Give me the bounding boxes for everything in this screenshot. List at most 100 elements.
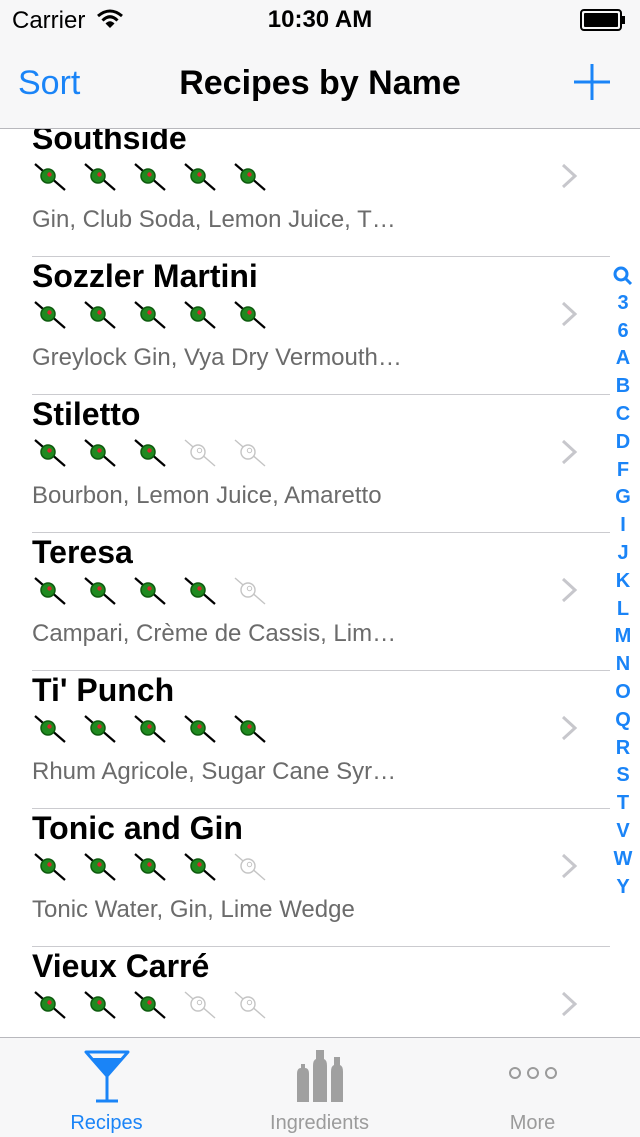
recipe-row[interactable]: Teresa Campari, Crème de Cassis, Lim… — [0, 534, 612, 671]
recipe-name: Stiletto — [32, 396, 141, 432]
index-letter[interactable]: O — [606, 679, 640, 707]
index-letter[interactable]: S — [606, 762, 640, 790]
index-letter[interactable]: J — [606, 540, 640, 568]
recipe-row[interactable]: Tonic and Gin Tonic Water, Gin, Lime Wedg… — [0, 810, 612, 947]
index-letter[interactable]: A — [606, 345, 640, 373]
section-index[interactable]: 36ABCDFGIJKLMNOQRSTVWY — [606, 262, 640, 901]
recipe-rating — [32, 576, 282, 606]
olive-empty-icon — [184, 439, 216, 467]
index-letter[interactable]: D — [606, 429, 640, 457]
olive-filled-icon — [134, 577, 166, 605]
status-bar: Carrier 10:30 AM — [0, 0, 640, 40]
index-letter[interactable]: 6 — [606, 318, 640, 346]
olive-filled-icon — [84, 715, 116, 743]
olive-filled-icon — [234, 715, 266, 743]
index-letter[interactable]: M — [606, 623, 640, 651]
olive-filled-icon — [84, 991, 116, 1019]
olive-empty-icon — [234, 577, 266, 605]
recipe-name: Vieux Carré — [32, 948, 210, 984]
olive-filled-icon — [134, 163, 166, 191]
navigation-bar: Sort Recipes by Name — [0, 40, 640, 129]
olive-filled-icon — [134, 853, 166, 881]
search-icon — [613, 266, 633, 285]
recipe-ingredients: Tonic Water, Gin, Lime Wedge — [32, 896, 355, 923]
olive-filled-icon — [134, 991, 166, 1019]
sort-button[interactable]: Sort — [18, 64, 80, 103]
olive-filled-icon — [34, 163, 66, 191]
recipe-list[interactable]: Southside Gin, Club Soda, Lemon Juice, T…… — [0, 129, 640, 1037]
tab-bar: Recipes Ingredients More — [0, 1037, 640, 1137]
recipe-ingredients: Campari, Crème de Cassis, Lim… — [32, 620, 397, 647]
page-title: Recipes by Name — [179, 64, 461, 102]
tab-more[interactable]: More — [426, 1038, 639, 1137]
tab-ingredients[interactable]: Ingredients — [213, 1038, 426, 1137]
index-letter[interactable]: G — [606, 484, 640, 512]
chevron-right-icon — [561, 439, 578, 465]
recipe-name: Tonic and Gin — [32, 810, 243, 846]
olive-filled-icon — [134, 439, 166, 467]
recipe-row[interactable]: Stiletto Bourbon, Lemon Juice, Amaretto — [0, 396, 612, 533]
olive-filled-icon — [84, 577, 116, 605]
olive-filled-icon — [34, 991, 66, 1019]
recipe-rating — [32, 714, 282, 744]
chevron-right-icon — [561, 163, 578, 189]
index-letter[interactable]: Y — [606, 874, 640, 902]
recipe-rating — [32, 852, 282, 882]
index-letter[interactable]: T — [606, 790, 640, 818]
index-letter[interactable]: F — [606, 457, 640, 485]
recipe-ingredients: Rhum Agricole, Sugar Cane Syr… — [32, 758, 397, 785]
chevron-right-icon — [561, 991, 578, 1017]
olive-filled-icon — [84, 301, 116, 329]
recipe-ingredients: Greylock Gin, Vya Dry Vermouth… — [32, 344, 402, 371]
index-letter[interactable]: N — [606, 651, 640, 679]
index-letter[interactable]: B — [606, 373, 640, 401]
olive-filled-icon — [84, 163, 116, 191]
recipe-row[interactable]: Southside Gin, Club Soda, Lemon Juice, T… — [0, 129, 612, 257]
olive-filled-icon — [34, 439, 66, 467]
olive-filled-icon — [84, 439, 116, 467]
recipe-name: Sozzler Martini — [32, 258, 258, 294]
row-separator — [32, 256, 610, 257]
olive-filled-icon — [184, 577, 216, 605]
index-letter[interactable]: V — [606, 818, 640, 846]
row-separator — [32, 808, 610, 809]
olive-empty-icon — [234, 439, 266, 467]
olive-filled-icon — [184, 853, 216, 881]
olive-filled-icon — [84, 853, 116, 881]
index-letter[interactable]: L — [606, 596, 640, 624]
battery-icon — [580, 9, 625, 31]
tab-label-more: More — [509, 1112, 556, 1134]
recipe-name: Ti' Punch — [32, 672, 175, 708]
tab-recipes[interactable]: Recipes — [0, 1038, 213, 1137]
chevron-right-icon — [561, 715, 578, 741]
olive-empty-icon — [234, 991, 266, 1019]
index-letter[interactable]: K — [606, 568, 640, 596]
olive-filled-icon — [134, 301, 166, 329]
recipe-name: Teresa — [32, 534, 133, 570]
recipe-name: Southside — [32, 129, 187, 156]
recipe-row[interactable]: Sozzler Martini Greylock Gin, Vya Dry Ver… — [0, 258, 612, 395]
recipe-row[interactable]: Vieux Carré — [0, 948, 612, 1037]
bottles-icon — [296, 1050, 343, 1102]
olive-empty-icon — [234, 853, 266, 881]
row-separator — [32, 946, 610, 947]
olive-filled-icon — [184, 301, 216, 329]
olive-filled-icon — [184, 163, 216, 191]
index-letter[interactable]: Q — [606, 707, 640, 735]
chevron-right-icon — [561, 853, 578, 879]
row-separator — [32, 532, 610, 533]
tab-label-ingredients: Ingredients — [270, 1112, 369, 1134]
index-search[interactable] — [606, 262, 640, 290]
index-letter[interactable]: 3 — [606, 290, 640, 318]
recipe-rating — [32, 162, 282, 192]
index-letter[interactable]: I — [606, 512, 640, 540]
olive-filled-icon — [34, 577, 66, 605]
index-letter[interactable]: C — [606, 401, 640, 429]
olive-empty-icon — [184, 991, 216, 1019]
index-letter[interactable]: R — [606, 735, 640, 763]
more-dots-icon — [508, 1067, 557, 1079]
recipe-row[interactable]: Ti' Punch Rhum Agricole, Sugar Cane Syr… — [0, 672, 612, 809]
index-letter[interactable]: W — [606, 846, 640, 874]
row-separator — [32, 394, 610, 395]
plus-icon[interactable] — [570, 60, 614, 104]
